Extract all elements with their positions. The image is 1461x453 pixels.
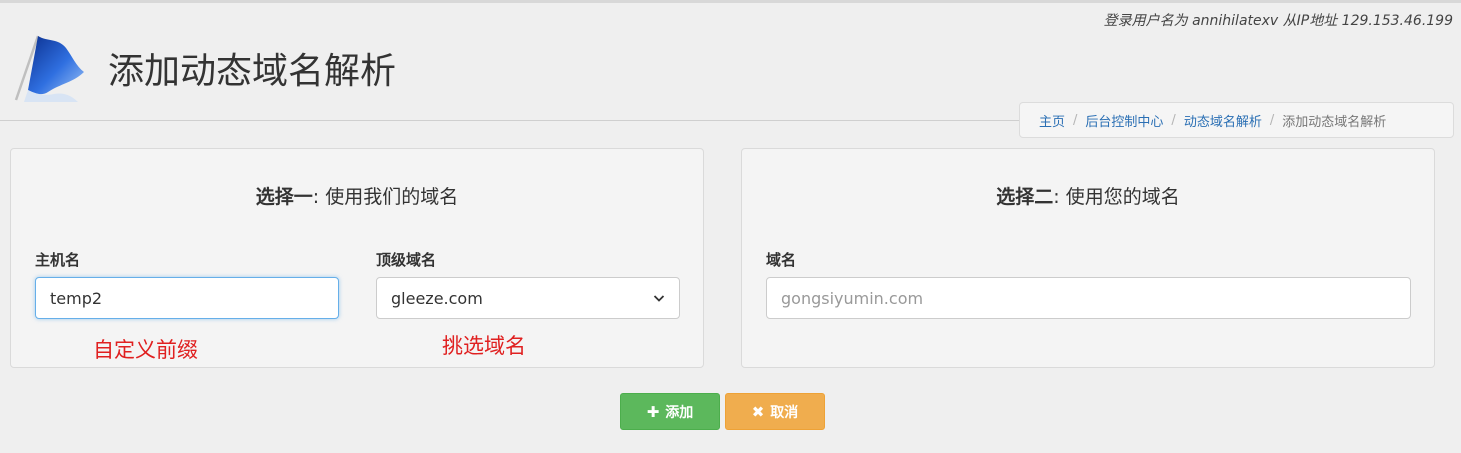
- option-two-heading-bold: 选择二: [996, 186, 1054, 208]
- close-icon: ✖: [751, 402, 765, 421]
- option-one-heading-bold: 选择一: [255, 186, 313, 208]
- breadcrumb-separator: /: [1073, 112, 1078, 128]
- option-two-heading: 选择二: 使用您的域名: [742, 182, 1434, 209]
- tld-select[interactable]: gleeze.com: [376, 277, 680, 319]
- breadcrumb-separator: /: [1269, 112, 1275, 128]
- title-divider: [0, 120, 1020, 121]
- tld-selected-value: gleeze.com: [391, 288, 483, 308]
- add-button[interactable]: ✚ 添加: [620, 393, 720, 430]
- option-two-panel: 选择二: 使用您的域名 域名: [741, 148, 1435, 368]
- hostname-label: 主机名: [35, 251, 81, 269]
- breadcrumb-control-center-link[interactable]: 后台控制中心: [1085, 111, 1163, 130]
- login-info: 登录用户名为 annihilatexv 从IP地址 129.153.46.199: [1103, 13, 1453, 29]
- tld-annotation: 挑选域名: [442, 334, 526, 358]
- option-one-heading: 选择一: 使用我们的域名: [11, 182, 703, 209]
- breadcrumb-dynamic-dns-link[interactable]: 动态域名解析: [1184, 111, 1262, 130]
- add-button-label: 添加: [665, 404, 694, 421]
- plus-icon: ✚: [646, 402, 660, 421]
- breadcrumb: 主页 / 后台控制中心 / 动态域名解析 / 添加动态域名解析: [1019, 102, 1454, 138]
- page-title: 添加动态域名解析: [108, 51, 397, 92]
- breadcrumb-current: 添加动态域名解析: [1282, 114, 1387, 130]
- cancel-button[interactable]: ✖ 取消: [725, 393, 825, 430]
- option-one-heading-text: : 使用我们的域名: [312, 186, 459, 208]
- option-two-heading-text: : 使用您的域名: [1053, 186, 1180, 208]
- chevron-down-icon: [653, 295, 665, 302]
- blue-flag-icon: [14, 35, 84, 102]
- hostname-annotation: 自定义前缀: [93, 338, 198, 362]
- option-one-panel: 选择一: 使用我们的域名 主机名 顶级域名 gleeze.com 自定义前缀 挑…: [10, 148, 704, 368]
- top-border: [0, 0, 1461, 3]
- domain-label: 域名: [766, 251, 797, 269]
- breadcrumb-home-link[interactable]: 主页: [1039, 111, 1065, 130]
- breadcrumb-separator: /: [1171, 112, 1176, 128]
- hostname-input[interactable]: [35, 277, 339, 319]
- cancel-button-label: 取消: [770, 404, 799, 421]
- domain-input[interactable]: [766, 277, 1411, 319]
- tld-label: 顶级域名: [376, 251, 437, 269]
